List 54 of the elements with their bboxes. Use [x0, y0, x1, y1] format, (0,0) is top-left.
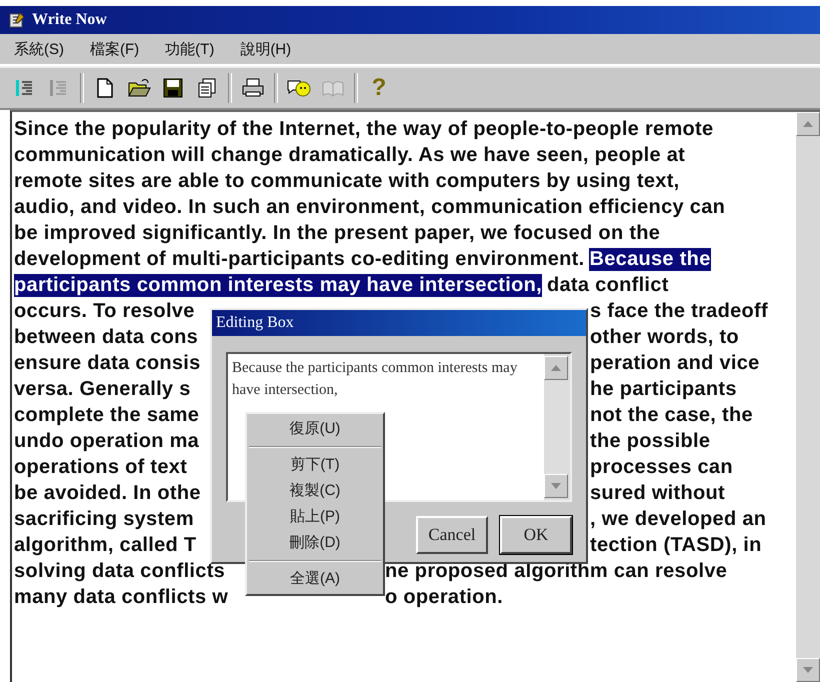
document-text: audio, and video. In such an environment, communication efficiency can: [14, 196, 726, 218]
document-text: operations of text: [14, 456, 188, 478]
document-text: tection (TASD), in: [590, 534, 762, 556]
menu-item[interactable]: 刪除(D): [247, 530, 383, 556]
scrollbar[interactable]: [544, 354, 570, 500]
menu-item[interactable]: 檔案(F): [90, 40, 140, 58]
document-text: communication will change dramatically. As we have seen, people at: [14, 144, 686, 166]
document-text: undo operation ma: [14, 430, 200, 452]
document-text: peration and vice: [590, 352, 760, 374]
up-arrow-icon: [803, 121, 813, 127]
menu-item[interactable]: 複製(C): [247, 478, 383, 504]
menu-item[interactable]: 復原(U): [247, 416, 383, 442]
document-text: remote sites are able to communicate with computers by using text,: [14, 170, 680, 192]
document-text: ensure data consis: [14, 352, 201, 374]
dialog-button[interactable]: Cancel: [416, 516, 488, 554]
document-text: complete the same: [14, 404, 200, 426]
scrollbar[interactable]: [796, 112, 820, 682]
menu-item[interactable]: 系統(S): [14, 40, 64, 58]
menu-item[interactable]: 貼上(P): [247, 504, 383, 530]
up-arrow-icon: [551, 365, 561, 371]
document-text: processes can: [590, 456, 733, 478]
app-icon: [8, 11, 26, 29]
document-text: be avoided. In othe: [14, 482, 201, 504]
menu-item[interactable]: 功能(T): [165, 40, 214, 58]
selected-text: participants common interests may have intersection,: [14, 274, 542, 296]
document-text: be improved significantly. In the present paper, we focused on the: [14, 222, 660, 244]
document-text: development of multi-participants co-editing environment.: [14, 248, 584, 270]
document-text: versa. Generally s: [14, 378, 191, 400]
selected-text: Because the: [589, 248, 711, 270]
document-text: solving data conflicts: [14, 560, 226, 582]
document-text: he participants: [590, 378, 737, 400]
document-text: other words, to: [590, 326, 739, 348]
window-title: Write Now: [32, 11, 107, 29]
document-text: the possible: [590, 430, 710, 452]
menu-item[interactable]: 說明(H): [240, 40, 292, 58]
document-text: not the case, the: [590, 404, 753, 426]
menu-item[interactable]: 剪下(T): [247, 452, 383, 478]
document-text: algorithm, called T: [14, 534, 196, 556]
document-text: Since the popularity of the Internet, the way of people-to-people remote: [14, 118, 714, 140]
document-text: sured without: [590, 482, 726, 504]
document-text: data conflict: [546, 274, 669, 296]
down-arrow-icon: [551, 483, 561, 489]
document-text: , we developed an: [590, 508, 766, 530]
document-text: ne proposed algorithm can resolve: [385, 560, 728, 582]
dialog-title: Editing Box: [212, 310, 586, 336]
menu-item[interactable]: 全選(A): [247, 566, 383, 592]
document-text: many data conflicts w: [14, 586, 228, 608]
document-text: sacrificing system: [14, 508, 194, 530]
document-text: o operation.: [385, 586, 504, 608]
document-text: s face the tradeoff: [590, 300, 768, 322]
down-arrow-icon: [803, 667, 813, 673]
dialog-button[interactable]: OK: [500, 516, 572, 554]
document-text: occurs. To resolve: [14, 300, 195, 322]
document-text: between data cons: [14, 326, 198, 348]
